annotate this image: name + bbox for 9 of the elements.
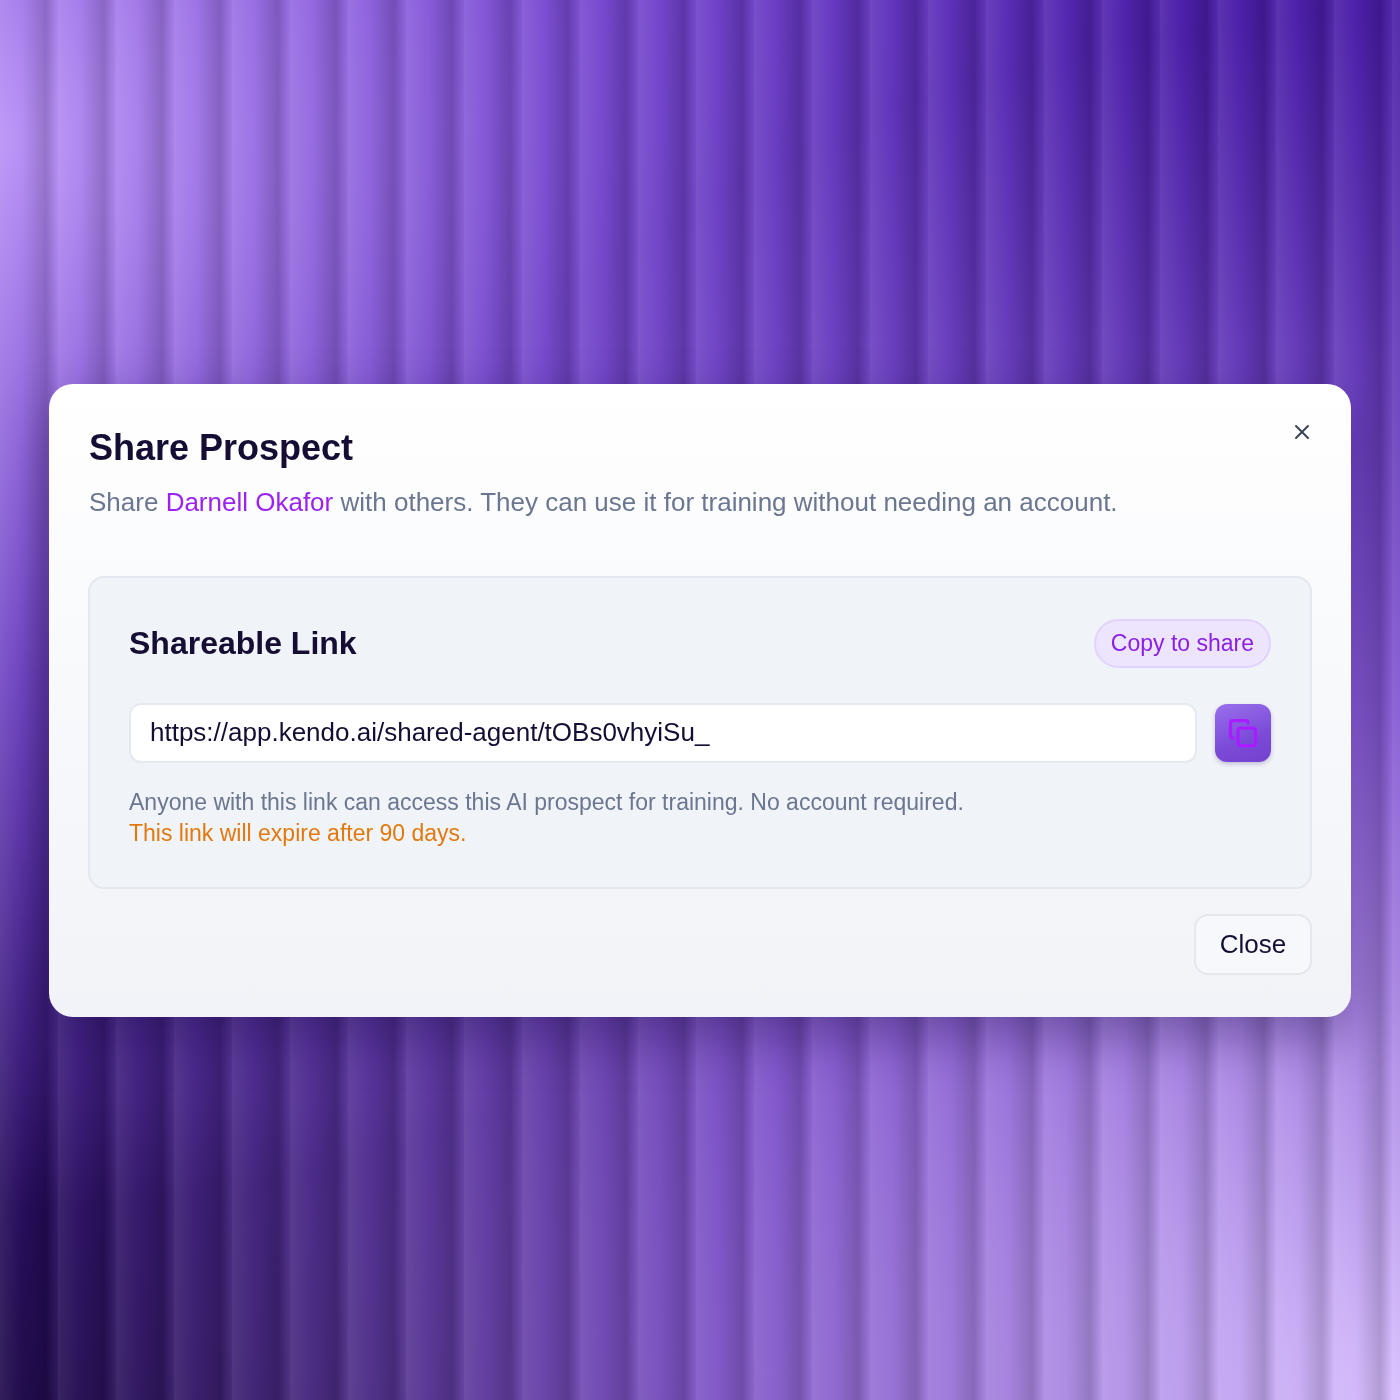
close-button[interactable]: Close [1194,913,1312,975]
link-note: Anyone with this link can access this AI prospect for training. No account required. [129,787,964,817]
section-title: Shareable Link [129,624,357,663]
copy-icon[interactable] [1215,703,1271,762]
expiry-warning: This link will expire after 90 days. [129,818,467,848]
dialog-title: Share Prospect [88,425,354,470]
link-field[interactable]: https://app.kendo.ai/shared-agent/tOBs0vhyiSu_ [129,702,1197,763]
dialog-description: Share Darnell Okafor with others. They can use it for training without needing an account. [88,485,1118,518]
copy-to-share-button[interactable]: Copy to share [1093,618,1271,668]
